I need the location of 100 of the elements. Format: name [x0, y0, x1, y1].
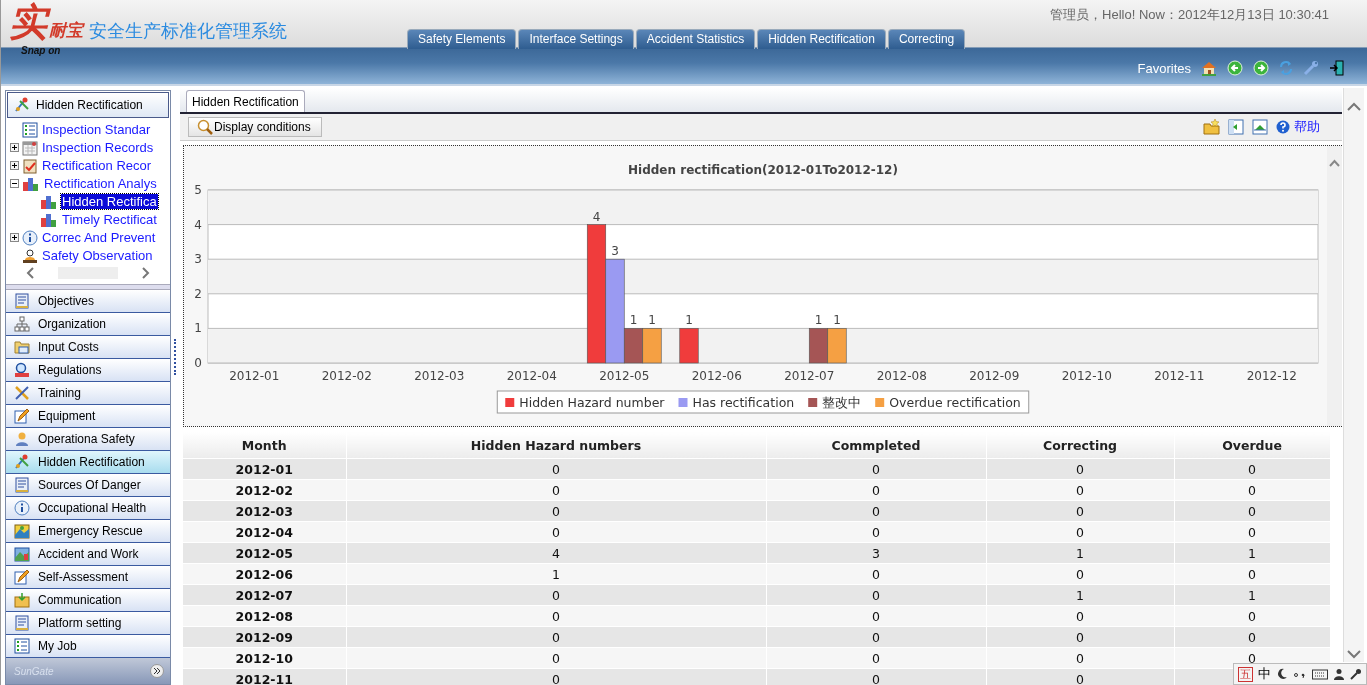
tree-item[interactable]: Rectification Analys — [43, 176, 158, 192]
tree-item[interactable]: Rectification Recor — [41, 158, 153, 174]
data-label: 1 — [648, 313, 656, 328]
favorites-link[interactable]: Favorites — [1137, 60, 1191, 76]
nav-item[interactable]: Sources Of Danger — [6, 474, 170, 498]
table-cell: 0 — [346, 626, 766, 648]
expand-toggle[interactable] — [10, 161, 19, 171]
list-icon — [14, 638, 30, 655]
table-cell: 0 — [986, 626, 1174, 648]
nav-item[interactable]: Organization — [6, 313, 170, 337]
table-cell: 2012-11 — [183, 668, 346, 685]
table-cell: 0 — [766, 479, 986, 501]
forward-icon[interactable] — [1253, 60, 1269, 76]
y-tick-label: 3 — [194, 252, 202, 267]
table-cell: 2012-10 — [183, 647, 346, 669]
table-cell: 0 — [986, 668, 1174, 685]
module-tab[interactable]: Interface Settings — [518, 29, 634, 49]
x-tick-label: 2012-01 — [229, 369, 280, 383]
table-cell: 0 — [766, 668, 986, 685]
table-cell: 1 — [1174, 584, 1330, 606]
back-icon[interactable] — [1227, 60, 1243, 76]
content-tab[interactable]: Hidden Rectification — [186, 90, 305, 112]
tree-item[interactable]: Inspection Records — [41, 140, 155, 156]
expand-chevron-icon[interactable] — [150, 664, 164, 679]
x-tick-label: 2012-06 — [691, 369, 742, 383]
help-icon[interactable] — [1276, 120, 1290, 134]
folder-star-icon[interactable] — [1203, 119, 1220, 135]
tree-item[interactable]: Inspection Standar — [41, 122, 152, 138]
table-cell: 0 — [1174, 521, 1330, 543]
nav-item[interactable]: Equipment — [6, 405, 170, 429]
export-sheet-icon[interactable] — [1228, 119, 1244, 135]
legend-label: Overdue rectification — [889, 395, 1021, 410]
folder-icon — [14, 339, 30, 356]
data-label: 3 — [611, 244, 619, 259]
table-cell: 1 — [986, 584, 1174, 606]
table-cell: 3 — [766, 542, 986, 564]
exit-door-icon[interactable] — [1329, 60, 1345, 76]
clipboard-check-icon — [22, 157, 38, 174]
table-cell: 0 — [346, 479, 766, 501]
module-tab[interactable]: Correcting — [887, 29, 966, 49]
table-cell: 0 — [986, 605, 1174, 627]
tree-item[interactable]: Safety Observation — [41, 248, 154, 264]
table-cell: 0 — [986, 479, 1174, 501]
expand-toggle[interactable] — [10, 143, 19, 153]
nav-item[interactable]: Accident and Work — [6, 543, 170, 567]
scrollbar[interactable] — [1343, 88, 1364, 662]
magnifier-icon — [14, 362, 30, 379]
tree-item[interactable]: Correc And Prevent — [41, 230, 157, 246]
nav-item[interactable]: Hidden Rectification — [6, 451, 170, 475]
image-sheet-icon[interactable] — [1252, 119, 1268, 135]
nav-item[interactable]: Training — [6, 382, 170, 406]
home-icon[interactable] — [1201, 60, 1217, 76]
nav-item[interactable]: Platform setting — [6, 612, 170, 636]
scroll-left-icon[interactable] — [26, 266, 34, 279]
x-tick-label: 2012-03 — [414, 369, 465, 383]
info-icon — [14, 500, 30, 517]
table-cell: 2012-04 — [183, 521, 346, 543]
table-cell: 1 — [1174, 542, 1330, 564]
bar — [679, 328, 699, 364]
module-tab[interactable]: Hidden Rectification — [757, 29, 886, 49]
y-tick-label: 0 — [194, 356, 202, 370]
collapse-toggle[interactable] — [10, 179, 19, 189]
tree-item[interactable]: Hidden Rectifica — [61, 194, 158, 210]
nav-item[interactable]: Objectives — [6, 290, 170, 314]
nav-item[interactable]: Occupational Health — [6, 497, 170, 521]
info-icon — [22, 229, 38, 246]
help-link[interactable]: 帮助 — [1294, 118, 1320, 136]
nav-item[interactable]: Emergency Rescue — [6, 520, 170, 544]
table-cell: 2012-09 — [183, 626, 346, 648]
scroll-right-icon[interactable] — [142, 266, 150, 279]
table-cell: 2012-06 — [183, 563, 346, 585]
module-tab[interactable]: Safety Elements — [407, 29, 517, 49]
expand-toggle[interactable] — [10, 233, 19, 243]
table-cell: 0 — [986, 500, 1174, 522]
module-tab[interactable]: Accident Statistics — [635, 29, 756, 49]
table-cell: 0 — [346, 584, 766, 606]
tree-item[interactable]: Timely Rectificat — [61, 212, 158, 228]
display-conditions-button[interactable]: Display conditions — [188, 117, 322, 137]
x-tick-label: 2012-04 — [506, 369, 557, 383]
panel-title: Hidden Rectification — [36, 97, 143, 112]
y-tick-label: 1 — [194, 321, 202, 336]
data-label: 1 — [833, 313, 841, 328]
nav-item[interactable]: Operationa Safety — [6, 428, 170, 452]
table-cell: 2012-02 — [183, 479, 346, 501]
table-cell: 0 — [346, 605, 766, 627]
nav-item[interactable]: Input Costs — [6, 336, 170, 360]
sitemap-icon — [14, 316, 30, 333]
scroll-down-icon[interactable] — [1344, 648, 1364, 660]
scrollbar[interactable] — [1327, 146, 1342, 426]
nav-item[interactable]: Communication — [6, 589, 170, 613]
x-tick-label: 2012-11 — [1154, 369, 1205, 383]
brand-name: 耐宝 — [49, 21, 83, 40]
calendar-icon — [22, 139, 38, 156]
bar — [827, 328, 847, 364]
nav-item[interactable]: Regulations — [6, 359, 170, 383]
nav-item[interactable]: My Job — [6, 635, 170, 659]
document-icon — [14, 615, 30, 632]
bar-chart-icon — [40, 193, 58, 210]
nav-item[interactable]: Self-Assessment — [6, 566, 170, 590]
brand-tagline: Snap on — [21, 45, 61, 56]
